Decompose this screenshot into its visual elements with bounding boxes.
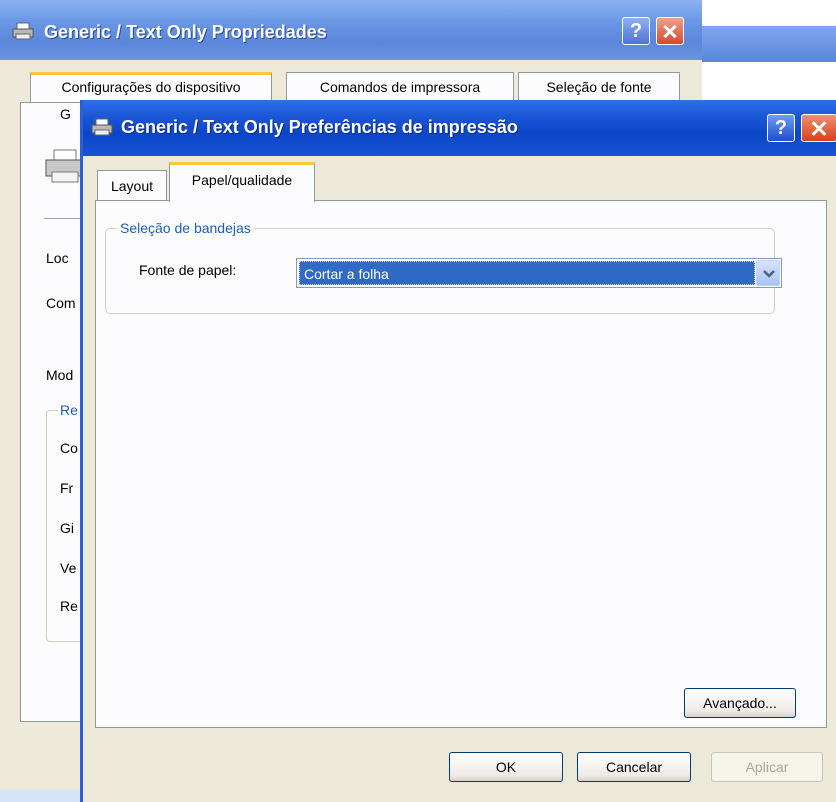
paper-source-value[interactable]: Cortar a folha xyxy=(299,261,755,285)
close-icon[interactable] xyxy=(801,114,836,142)
background-titlebar[interactable]: Generic / Text Only Propriedades ? xyxy=(0,0,702,60)
desktop-window-fragment xyxy=(702,26,836,62)
tab-paper-quality[interactable]: Papel/qualidade xyxy=(169,162,315,202)
printing-preferences-dialog: Generic / Text Only Preferências de impr… xyxy=(80,100,836,802)
chevron-down-icon xyxy=(763,270,775,278)
printer-icon xyxy=(45,149,83,183)
apply-button[interactable]: Aplicar xyxy=(711,752,823,782)
tab-device-settings[interactable]: Configurações do dispositivo xyxy=(30,72,272,102)
printer-icon xyxy=(12,22,34,40)
help-icon[interactable]: ? xyxy=(622,17,650,45)
feature-label: Re xyxy=(60,598,78,614)
location-label: Loc xyxy=(46,250,69,266)
ok-button[interactable]: OK xyxy=(449,752,563,782)
background-window-title: Generic / Text Only Propriedades xyxy=(44,22,327,42)
paper-source-select[interactable]: Cortar a folha xyxy=(296,258,782,288)
dialog-title: Generic / Text Only Preferências de impr… xyxy=(121,117,518,137)
feature-label: Co xyxy=(60,440,78,456)
tab-printer-commands[interactable]: Comandos de impressora xyxy=(286,72,514,102)
taskbar-fragment xyxy=(0,790,90,802)
feature-label: Fr xyxy=(60,480,74,496)
divider xyxy=(44,218,84,219)
feature-label: Ve xyxy=(60,560,77,576)
dialog-titlebar[interactable]: Generic / Text Only Preferências de impr… xyxy=(83,100,836,156)
close-icon[interactable] xyxy=(656,17,684,45)
help-icon[interactable]: ? xyxy=(767,114,795,142)
dropdown-button[interactable] xyxy=(756,260,780,286)
printer-icon xyxy=(91,118,113,136)
advanced-button[interactable]: Avançado... xyxy=(684,688,796,718)
background-group-title: Re xyxy=(58,402,80,418)
background-partial-tab-label: G xyxy=(60,106,71,122)
model-label: Mod xyxy=(46,367,74,383)
cancel-button[interactable]: Cancelar xyxy=(577,752,691,782)
tray-selection-title: Seleção de bandejas xyxy=(117,220,254,236)
tab-font-selection[interactable]: Seleção de fonte xyxy=(518,72,680,102)
comment-label: Com xyxy=(46,295,76,311)
tab-layout[interactable]: Layout xyxy=(97,170,167,200)
feature-label: Gi xyxy=(60,520,74,536)
paper-source-label: Fonte de papel: xyxy=(139,262,237,278)
